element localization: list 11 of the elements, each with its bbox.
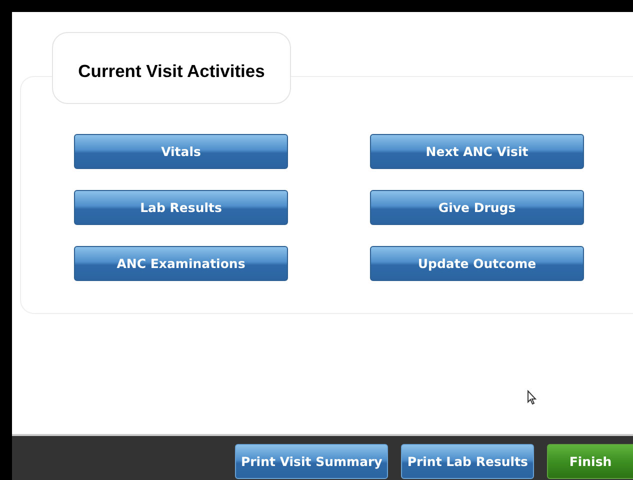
- cursor-icon: [527, 390, 537, 405]
- activity-button[interactable]: Next ANC Visit: [370, 134, 584, 169]
- activity-button[interactable]: Update Outcome: [370, 246, 584, 281]
- activity-button[interactable]: ANC Examinations: [74, 246, 288, 281]
- finish-button[interactable]: Finish: [547, 444, 633, 479]
- activity-button[interactable]: Lab Results: [74, 190, 288, 225]
- activity-button[interactable]: Give Drugs: [370, 190, 584, 225]
- print-button[interactable]: Print Visit Summary: [234, 444, 388, 479]
- section-title: Current Visit Activities: [78, 60, 265, 82]
- activity-button[interactable]: Vitals: [74, 134, 288, 169]
- print-button[interactable]: Print Lab Results: [401, 444, 534, 479]
